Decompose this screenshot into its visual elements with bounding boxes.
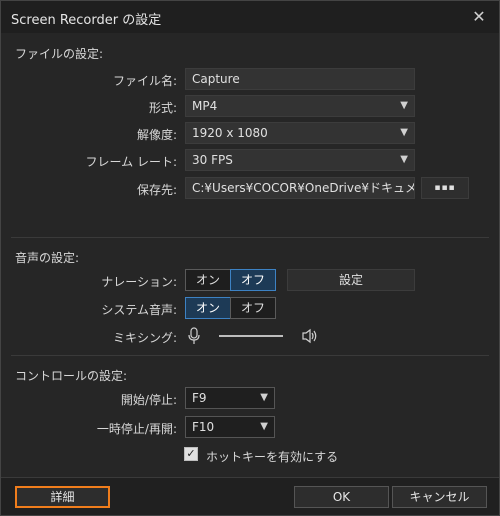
chevron-down-icon: ▼	[400, 154, 408, 165]
close-icon[interactable]: ✕	[467, 5, 491, 29]
framerate-label: フレーム レート:	[85, 155, 178, 169]
format-value: MP4	[192, 99, 218, 113]
details-button[interactable]: 詳細	[15, 486, 110, 508]
window-title: Screen Recorder の設定	[11, 13, 162, 28]
chevron-down-icon: ▼	[260, 392, 268, 403]
filename-input[interactable]: Capture	[185, 68, 415, 90]
pause-resume-select[interactable]: F10 ▼	[185, 416, 275, 438]
mixing-label: ミキシング:	[112, 331, 177, 345]
start-stop-value: F9	[192, 391, 207, 405]
mixing-slider[interactable]	[219, 335, 283, 337]
narration-on-toggle[interactable]: オン	[185, 269, 231, 291]
microphone-icon	[188, 327, 200, 344]
resolution-value: 1920 x 1080	[192, 126, 268, 140]
pause-resume-label: 一時停止/再開:	[96, 422, 177, 436]
cancel-button[interactable]: キャンセル	[392, 486, 487, 508]
speaker-icon	[302, 328, 317, 344]
framerate-value: 30 FPS	[192, 153, 233, 167]
resolution-select[interactable]: 1920 x 1080 ▼	[185, 122, 415, 144]
narration-settings-button[interactable]: 設定	[287, 269, 415, 291]
start-stop-label: 開始/停止:	[120, 393, 177, 407]
save-location-label: 保存先:	[136, 183, 177, 197]
chevron-down-icon: ▼	[400, 100, 408, 111]
footer-bar: 詳細 OK キャンセル	[1, 477, 499, 515]
ok-button[interactable]: OK	[294, 486, 389, 508]
hotkey-label: ホットキーを有効にする	[206, 450, 339, 464]
chevron-down-icon: ▼	[400, 127, 408, 138]
hotkey-checkbox[interactable]: ✓	[184, 447, 198, 461]
chevron-down-icon: ▼	[260, 421, 268, 432]
format-select[interactable]: MP4 ▼	[185, 95, 415, 117]
file-section-title: ファイルの設定:	[15, 47, 104, 61]
system-audio-on-toggle[interactable]: オン	[185, 297, 231, 319]
browse-button[interactable]: ▪▪▪	[421, 177, 469, 199]
system-audio-off-toggle[interactable]: オフ	[230, 297, 276, 319]
narration-label: ナレーション:	[101, 275, 177, 289]
narration-off-toggle[interactable]: オフ	[230, 269, 276, 291]
start-stop-select[interactable]: F9 ▼	[185, 387, 275, 409]
control-section-title: コントロールの設定:	[15, 369, 128, 383]
resolution-label: 解像度:	[136, 128, 177, 142]
pause-resume-value: F10	[192, 420, 215, 434]
settings-window: Screen Recorder の設定 ✕ ファイルの設定: ファイル名: Ca…	[0, 0, 500, 516]
save-path-input[interactable]: C:¥Users¥COCOR¥OneDrive¥ドキュメント	[185, 177, 415, 199]
divider	[11, 355, 489, 356]
framerate-select[interactable]: 30 FPS ▼	[185, 149, 415, 171]
system-audio-label: システム音声:	[101, 303, 177, 317]
audio-section-title: 音声の設定:	[15, 251, 80, 265]
format-label: 形式:	[148, 101, 177, 115]
divider	[11, 237, 489, 238]
title-bar: Screen Recorder の設定 ✕	[1, 1, 499, 33]
filename-label: ファイル名:	[112, 74, 177, 88]
